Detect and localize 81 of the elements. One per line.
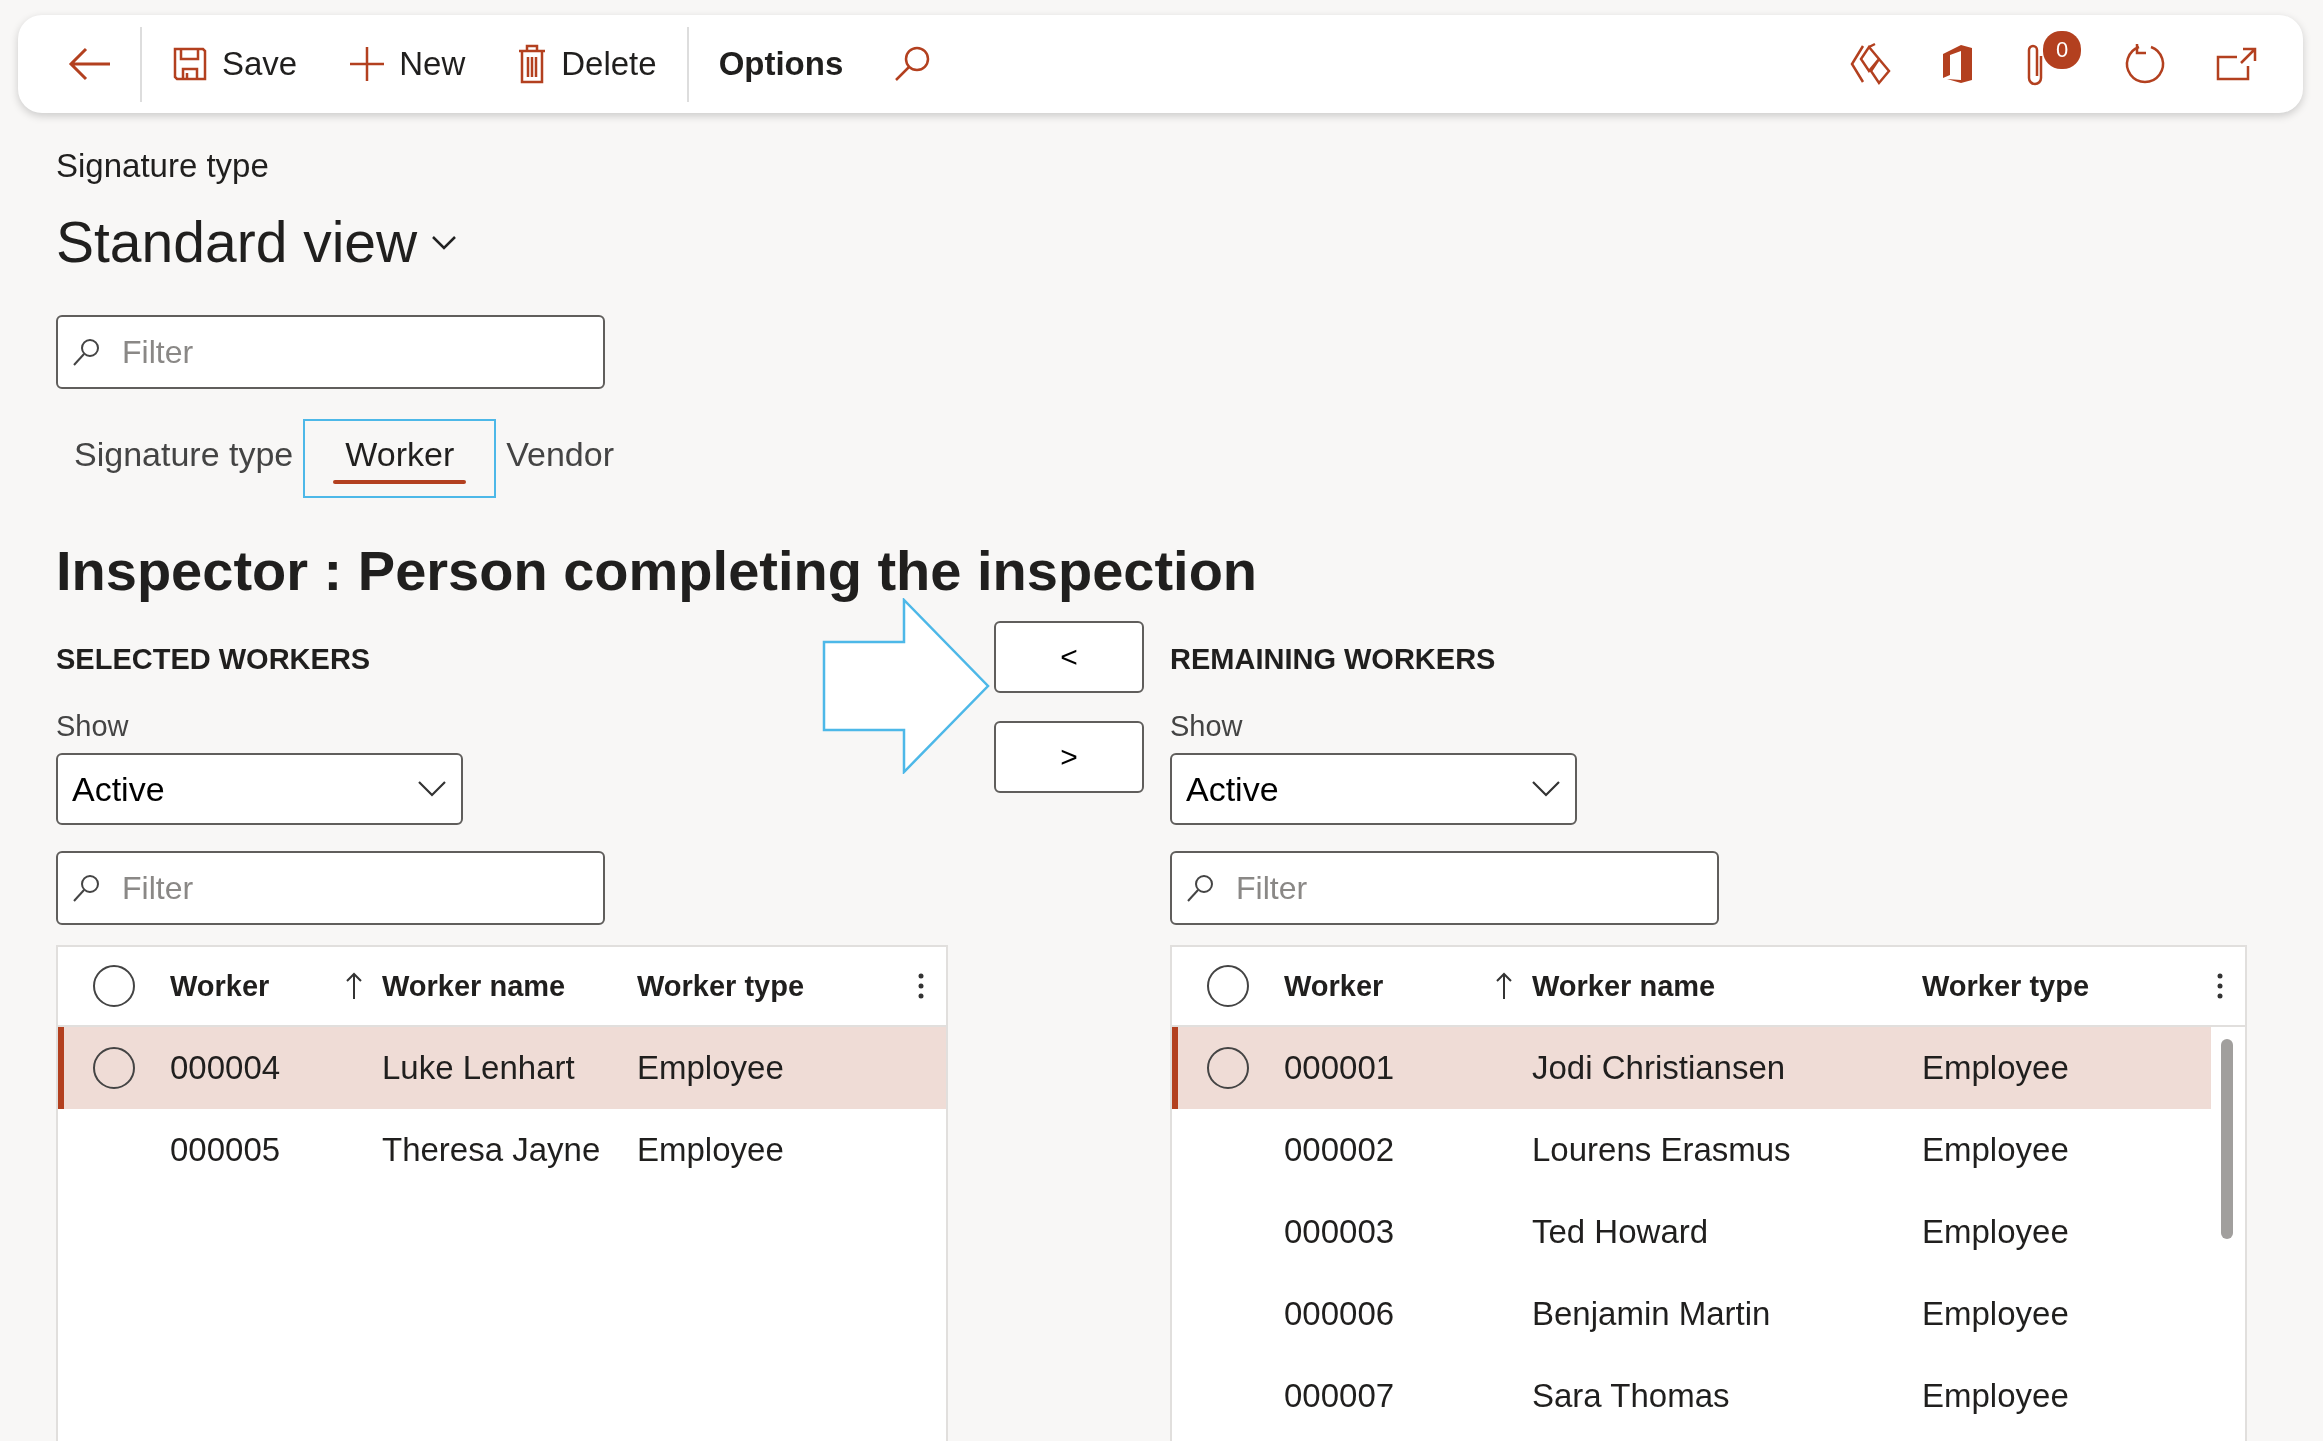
select-all-checkbox[interactable] <box>1207 965 1249 1007</box>
table-cell: Benjamin Martin <box>1532 1295 1771 1332</box>
move-button[interactable]: < <box>994 621 1144 693</box>
save-icon <box>172 46 208 82</box>
page-caption: Signature type <box>56 147 270 185</box>
table-cell: Employee <box>637 1131 784 1168</box>
row-checkbox[interactable] <box>93 1047 135 1089</box>
chevron-down-icon <box>1531 780 1561 798</box>
grid-row[interactable]: 000003 Ted Howard Employee <box>1172 1191 2211 1273</box>
table-cell: 000001 <box>1284 1049 1395 1087</box>
view-selector[interactable]: Standard view <box>56 209 458 275</box>
panel-title: SELECTED WORKERS <box>56 643 372 676</box>
table-cell: 000006 <box>1284 1295 1395 1333</box>
office-icon <box>1941 42 1975 86</box>
diamond-grid-icon <box>1849 42 1893 86</box>
show-dropdown[interactable]: Active <box>56 753 463 825</box>
scrollbar[interactable] <box>2221 1039 2233 1239</box>
table-cell: 000007 <box>1284 1377 1395 1415</box>
grid-row[interactable]: 000007 Sara Thomas Employee <box>1172 1355 2211 1437</box>
select-all-checkbox[interactable] <box>93 965 135 1007</box>
show-dropdown[interactable]: Active <box>1170 753 1577 825</box>
search-icon <box>1186 873 1216 903</box>
grid-row[interactable]: 000006 Benjamin Martin Employee <box>1172 1273 2211 1355</box>
count-badge: 0 <box>2043 31 2081 69</box>
sort-ascending-icon <box>346 972 362 1000</box>
delete-button[interactable]: Delete <box>491 29 683 99</box>
more-options-icon[interactable] <box>2216 972 2224 1000</box>
table-cell: Ted Howard <box>1532 1213 1709 1250</box>
table-cell: 000005 <box>170 1131 281 1169</box>
grid-row[interactable]: 000002 Lourens Erasmus Employee <box>1172 1109 2211 1191</box>
search-icon <box>72 337 102 367</box>
table-cell: Employee <box>637 1049 784 1086</box>
grid-row[interactable]: 000001 Jodi Christiansen Employee <box>1172 1027 2211 1109</box>
table-cell: Employee <box>1922 1049 2069 1086</box>
column-header[interactable]: Worker name <box>1532 969 1716 1002</box>
more-options-icon[interactable] <box>917 972 925 1000</box>
table-cell: 000003 <box>1284 1213 1395 1251</box>
grid-row[interactable]: 000005 Theresa Jayne Employee <box>58 1109 946 1191</box>
popout-icon <box>2215 46 2259 82</box>
filter-field[interactable]: Filter <box>1170 851 1719 925</box>
column-header[interactable]: Worker name <box>382 969 566 1002</box>
search-icon <box>72 873 102 903</box>
table-cell: Jodi Christiansen <box>1532 1049 1786 1086</box>
table-cell: Theresa Jayne <box>382 1131 601 1168</box>
row-checkbox[interactable] <box>1207 1047 1249 1089</box>
column-header[interactable]: Worker <box>1284 969 1384 1003</box>
tab[interactable]: Signature type <box>64 419 304 498</box>
sort-ascending-icon <box>1496 972 1512 1000</box>
trash-icon <box>517 44 548 84</box>
table-cell: 000004 <box>170 1049 281 1087</box>
grid-row[interactable]: 000004 Luke Lenhart Employee <box>58 1027 946 1109</box>
filter-field[interactable]: Filter <box>56 315 605 389</box>
chevron-down-icon <box>417 780 447 798</box>
tab[interactable]: Worker <box>303 419 497 498</box>
options-button[interactable]: Options <box>692 29 870 99</box>
save-button[interactable]: Save <box>146 29 324 99</box>
table-cell: Lourens Erasmus <box>1532 1131 1791 1168</box>
chevron-down-icon <box>431 234 458 250</box>
search-icon <box>893 45 932 83</box>
column-header[interactable]: Worker type <box>637 969 805 1002</box>
table-cell: Employee <box>1922 1213 2069 1250</box>
table-cell: 000002 <box>1284 1131 1395 1169</box>
table-cell: Sara Thomas <box>1532 1377 1730 1414</box>
tab[interactable]: Vendor <box>496 419 624 498</box>
table-cell: Employee <box>1922 1131 2069 1168</box>
table-cell: Employee <box>1922 1295 2069 1332</box>
table-cell: Employee <box>1922 1377 2069 1414</box>
back-arrow-icon <box>68 46 112 82</box>
panel-title: REMAINING WORKERS <box>1170 643 1497 676</box>
refresh-icon <box>2123 42 2167 86</box>
filter-field[interactable]: Filter <box>56 851 605 925</box>
field-label: Show <box>56 710 130 743</box>
field-label: Show <box>1170 710 1244 743</box>
plus-icon <box>349 46 386 82</box>
column-header[interactable]: Worker <box>170 969 270 1003</box>
section-heading: Inspector : Person completing the inspection <box>56 538 1259 603</box>
new-button[interactable]: New <box>323 29 492 99</box>
column-header[interactable]: Worker type <box>1922 969 2090 1002</box>
attachments-button[interactable]: 0 <box>1999 29 2093 99</box>
move-button[interactable]: > <box>994 721 1144 793</box>
table-cell: Luke Lenhart <box>382 1049 575 1086</box>
